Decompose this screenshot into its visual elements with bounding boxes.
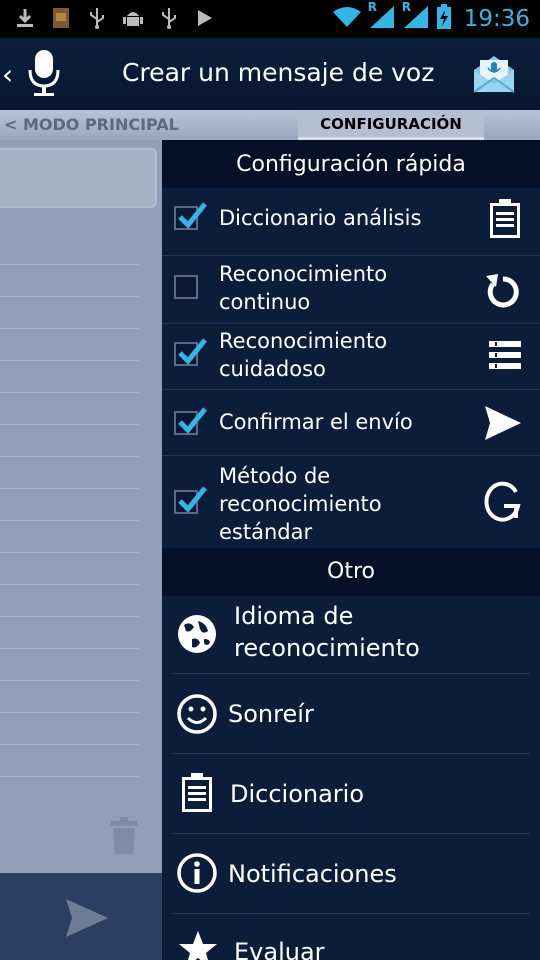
send-bar	[0, 873, 162, 960]
list-icon	[488, 340, 522, 374]
signal-icon: R	[402, 0, 430, 34]
quick-setting-continuous-recognition[interactable]: Reconocimiento continuo	[162, 256, 540, 324]
ruled-line	[0, 584, 140, 585]
clock: 19:36	[463, 6, 530, 32]
other-label: Notificaciones	[228, 860, 397, 888]
send-icon	[484, 405, 522, 445]
ruled-line	[0, 296, 140, 297]
play-icon	[194, 6, 216, 30]
ruled-line	[0, 392, 140, 393]
send-icon[interactable]	[64, 897, 110, 943]
back-icon[interactable]: ‹	[2, 58, 13, 91]
ruled-line	[0, 456, 140, 457]
status-bar: R R 19:36	[0, 0, 540, 38]
checkbox[interactable]	[174, 486, 207, 514]
tab-configuration[interactable]: CONFIGURACIÓN	[298, 110, 484, 140]
ruled-line	[0, 264, 140, 265]
page-title: Crear un mensaje de voz	[122, 58, 435, 87]
wifi-icon	[332, 5, 362, 33]
other-label: Diccionario	[230, 780, 365, 808]
microphone-icon[interactable]	[26, 48, 62, 102]
quick-setting-label: Método de	[219, 464, 331, 488]
trash-icon[interactable]	[110, 817, 138, 859]
checkbox[interactable]	[174, 338, 207, 366]
smiley-icon	[176, 693, 218, 739]
other-recognition-language[interactable]: Idioma de reconocimiento	[172, 596, 530, 674]
quick-setting-label: reconocimiento	[219, 492, 382, 516]
image-notification-icon	[50, 6, 72, 30]
tab-strip: < MODO PRINCIPAL CONFIGURACIÓN	[0, 110, 540, 140]
message-text-field[interactable]	[0, 148, 157, 208]
other-smile[interactable]: Sonreír	[172, 674, 530, 754]
ruled-line	[0, 680, 140, 681]
tab-main-mode[interactable]: < MODO PRINCIPAL	[4, 115, 179, 134]
other-dictionary[interactable]: Diccionario	[172, 754, 530, 834]
other-label: Evaluar	[234, 938, 325, 960]
signal-icon: R	[368, 0, 396, 34]
star-icon	[178, 930, 218, 960]
quick-setting-label: Reconocimiento	[219, 329, 388, 353]
checkbox[interactable]	[174, 202, 207, 230]
usb-icon	[86, 6, 108, 30]
other-label: Sonreír	[228, 700, 314, 728]
quick-setting-label: cuidadoso	[219, 357, 326, 381]
quick-setting-dictionary-analysis[interactable]: Diccionario análisis	[162, 188, 540, 256]
quick-setting-label: Confirmar el envío	[219, 410, 413, 434]
checkbox[interactable]	[174, 407, 207, 435]
other-notifications[interactable]: Notificaciones	[172, 834, 530, 914]
roaming-label: R	[401, 0, 411, 14]
download-icon	[14, 6, 36, 30]
info-icon	[176, 852, 218, 898]
ruled-line	[0, 648, 140, 649]
quick-settings-header: Configuración rápida	[162, 140, 540, 188]
main-content-dimmed	[0, 140, 162, 873]
ruled-line	[0, 488, 140, 489]
quick-setting-confirm-send[interactable]: Confirmar el envío	[162, 390, 540, 456]
quick-setting-label: continuo	[219, 290, 311, 314]
ruled-line	[0, 744, 140, 745]
ruled-line	[0, 616, 140, 617]
battery-charging-icon	[436, 4, 452, 34]
checkbox[interactable]	[174, 275, 198, 299]
globe-icon	[176, 613, 218, 659]
ruled-line	[0, 424, 140, 425]
action-bar: ‹ Crear un mensaje de voz	[0, 38, 540, 110]
android-debug-icon	[122, 6, 144, 30]
google-icon	[482, 480, 522, 528]
quick-setting-careful-recognition[interactable]: Reconocimiento cuidadoso	[162, 324, 540, 390]
other-header: Otro	[162, 548, 540, 596]
ruled-line	[0, 776, 140, 777]
other-rate[interactable]: Evaluar	[172, 914, 530, 960]
settings-drawer: Configuración rápida Diccionario análisi…	[162, 140, 540, 960]
ruled-line	[0, 360, 140, 361]
quick-setting-label: Diccionario análisis	[219, 206, 422, 230]
refresh-icon	[484, 270, 522, 314]
quick-setting-recognition-method[interactable]: Método de reconocimiento estándar	[162, 456, 540, 548]
other-label: Idioma de	[234, 602, 354, 630]
quick-setting-label: estándar	[219, 520, 313, 544]
ruled-line	[0, 520, 140, 521]
clipboard-icon	[488, 198, 522, 244]
usb-icon	[158, 6, 180, 30]
voice-mail-icon[interactable]	[472, 52, 516, 100]
other-label: reconocimiento	[234, 634, 420, 662]
roaming-label: R	[367, 0, 377, 14]
ruled-line	[0, 552, 140, 553]
clipboard-icon	[180, 772, 214, 818]
quick-setting-label: Reconocimiento	[219, 262, 388, 286]
ruled-line	[0, 712, 140, 713]
ruled-line	[0, 328, 140, 329]
